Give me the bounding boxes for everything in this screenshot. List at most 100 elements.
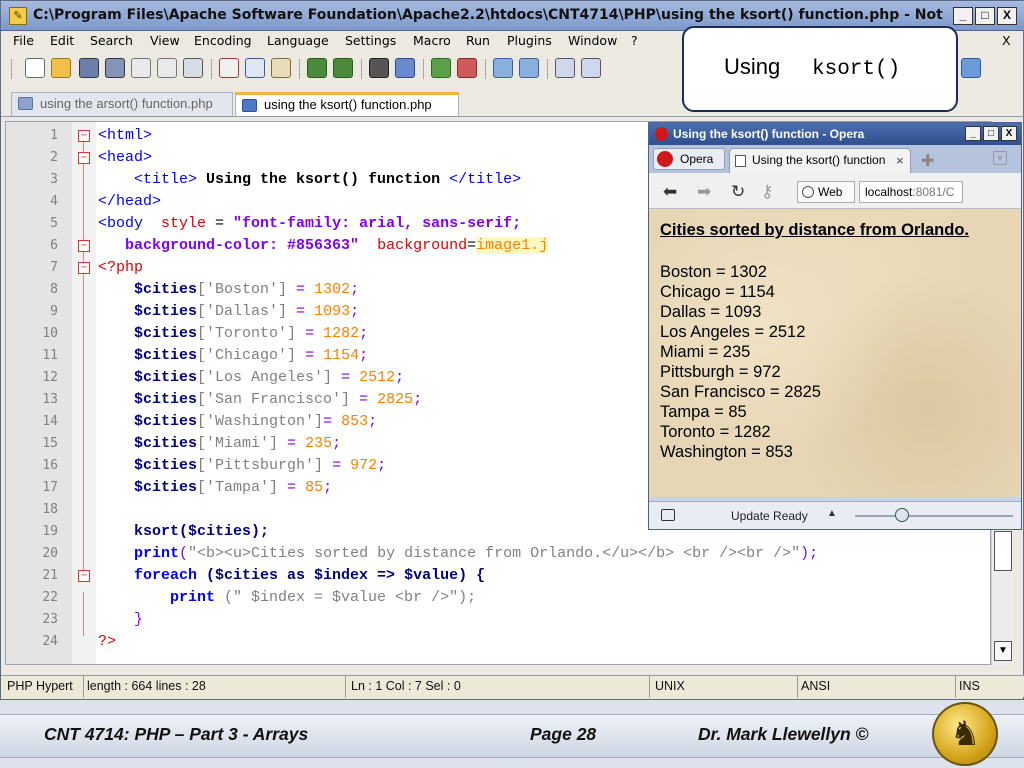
fold-toggle-icon[interactable]: −: [78, 152, 90, 164]
show-all-characters-icon[interactable]: [581, 58, 601, 78]
menu-edit[interactable]: Edit: [50, 33, 74, 48]
menu-language[interactable]: Language: [267, 33, 329, 48]
opera-minimize-button[interactable]: _: [965, 126, 981, 141]
document-close-icon[interactable]: X: [1002, 33, 1011, 48]
word-wrap-icon[interactable]: [555, 58, 575, 78]
zoom-slider[interactable]: [855, 515, 1013, 517]
fold-toggle-icon[interactable]: −: [78, 262, 90, 274]
menu-view[interactable]: View: [150, 33, 180, 48]
forward-arrow-icon[interactable]: ➡: [697, 182, 711, 202]
close-button[interactable]: X: [997, 7, 1017, 25]
url-host: localhost: [865, 185, 913, 199]
close-all-icon[interactable]: [157, 58, 177, 78]
menu-file[interactable]: File: [13, 33, 34, 48]
line-number: 23: [42, 612, 58, 627]
fold-toggle-icon[interactable]: −: [78, 130, 90, 142]
search-engine-label: Web: [818, 185, 843, 199]
zoom-out-icon[interactable]: [457, 58, 477, 78]
menu-help[interactable]: ?: [631, 33, 638, 48]
scrollbar-thumb[interactable]: [994, 531, 1012, 571]
copy-icon[interactable]: [245, 58, 265, 78]
code-token: ?>: [98, 633, 117, 650]
zoom-slider-handle[interactable]: [895, 508, 909, 522]
code-token: $cities: [134, 369, 198, 386]
menu-encoding[interactable]: Encoding: [194, 33, 252, 48]
code-token: =: [278, 479, 306, 496]
menu-settings[interactable]: Settings: [345, 33, 396, 48]
code-token: print: [134, 545, 180, 562]
zoom-in-icon[interactable]: [431, 58, 451, 78]
menu-window[interactable]: Window: [568, 33, 617, 48]
code-token: 2825: [377, 391, 414, 408]
tab-ksort[interactable]: using the ksort() function.php: [235, 92, 459, 116]
code-token: =: [287, 303, 315, 320]
scroll-down-arrow-icon[interactable]: ▼: [994, 641, 1012, 661]
close-file-icon[interactable]: [131, 58, 151, 78]
closed-tabs-trash-icon[interactable]: ▾: [993, 151, 1007, 165]
line-number: 15: [42, 436, 58, 451]
opera-tab[interactable]: Using the ksort() function ×: [729, 148, 911, 173]
code-token: ['Toronto']: [197, 325, 297, 342]
panel-toggle-icon[interactable]: [661, 509, 675, 521]
chevron-up-icon[interactable]: ▲: [827, 508, 837, 519]
page-icon: [735, 155, 746, 167]
save-icon[interactable]: [79, 58, 99, 78]
code-token: background: [359, 237, 468, 254]
code-token: $cities: [134, 391, 198, 408]
opera-logo-icon: [657, 151, 673, 167]
menu-run[interactable]: Run: [466, 33, 490, 48]
code-token: 85: [305, 479, 324, 496]
opera-menu-button[interactable]: Opera: [653, 148, 725, 170]
code-token: ['San Francisco']: [197, 391, 351, 408]
paste-icon[interactable]: [271, 58, 291, 78]
ucf-pegasus-logo: ♞: [932, 702, 998, 766]
code-token: =: [323, 413, 342, 430]
opera-status-bar: Update Ready ▲: [649, 501, 1021, 529]
sync-vertical-icon[interactable]: [493, 58, 513, 78]
key-icon[interactable]: ⚷: [761, 182, 773, 202]
cut-icon[interactable]: [219, 58, 239, 78]
menu-plugins[interactable]: Plugins: [507, 33, 552, 48]
code-token: );: [800, 545, 819, 562]
opera-titlebar[interactable]: Using the ksort() function - Opera _ □ X: [649, 123, 1021, 145]
redo-icon[interactable]: [333, 58, 353, 78]
line-number: 24: [42, 634, 58, 649]
status-separator: [345, 676, 346, 698]
line-number: 7: [50, 260, 58, 275]
code-line-8: $cities['Boston'] = 1302;: [98, 279, 359, 301]
new-file-icon[interactable]: [25, 58, 45, 78]
new-tab-icon[interactable]: ✚: [921, 151, 934, 171]
fold-toggle-icon[interactable]: −: [78, 240, 90, 252]
slide-footer: CNT 4714: PHP – Part 3 - Arrays Page 28 …: [0, 700, 1024, 768]
search-engine-button[interactable]: Web: [797, 181, 855, 203]
opera-close-button[interactable]: X: [1001, 126, 1017, 141]
spell-check-icon[interactable]: [961, 58, 981, 78]
tab-close-icon[interactable]: ×: [896, 149, 904, 172]
opera-maximize-button[interactable]: □: [983, 126, 999, 141]
opera-tab-label: Using the ksort() function: [752, 153, 886, 167]
save-all-icon[interactable]: [105, 58, 125, 78]
line-number: 18: [42, 502, 58, 517]
code-line-15: $cities['Miami'] = 235;: [98, 433, 341, 455]
reload-icon[interactable]: ↻: [731, 182, 745, 202]
menu-search[interactable]: Search: [90, 33, 133, 48]
status-bar: PHP Hypert length : 664 lines : 28 Ln : …: [1, 675, 1024, 698]
print-icon[interactable]: [183, 58, 203, 78]
code-token: =: [287, 281, 315, 298]
find-icon[interactable]: [369, 58, 389, 78]
code-token: $cities: [134, 457, 198, 474]
menu-macro[interactable]: Macro: [413, 33, 451, 48]
tab-label: using the ksort() function.php: [264, 97, 432, 112]
open-file-icon[interactable]: [51, 58, 71, 78]
undo-icon[interactable]: [307, 58, 327, 78]
minimize-button[interactable]: _: [953, 7, 973, 25]
url-field[interactable]: localhost:8081/C: [859, 181, 963, 203]
back-arrow-icon[interactable]: ⬅: [663, 182, 677, 202]
tab-arsort[interactable]: using the arsort() function.php: [11, 92, 233, 116]
sync-horizontal-icon[interactable]: [519, 58, 539, 78]
update-status[interactable]: Update Ready: [731, 509, 808, 523]
maximize-button[interactable]: □: [975, 7, 995, 25]
replace-icon[interactable]: [395, 58, 415, 78]
result-line: San Francisco = 2825: [660, 383, 821, 401]
fold-toggle-icon[interactable]: −: [78, 570, 90, 582]
